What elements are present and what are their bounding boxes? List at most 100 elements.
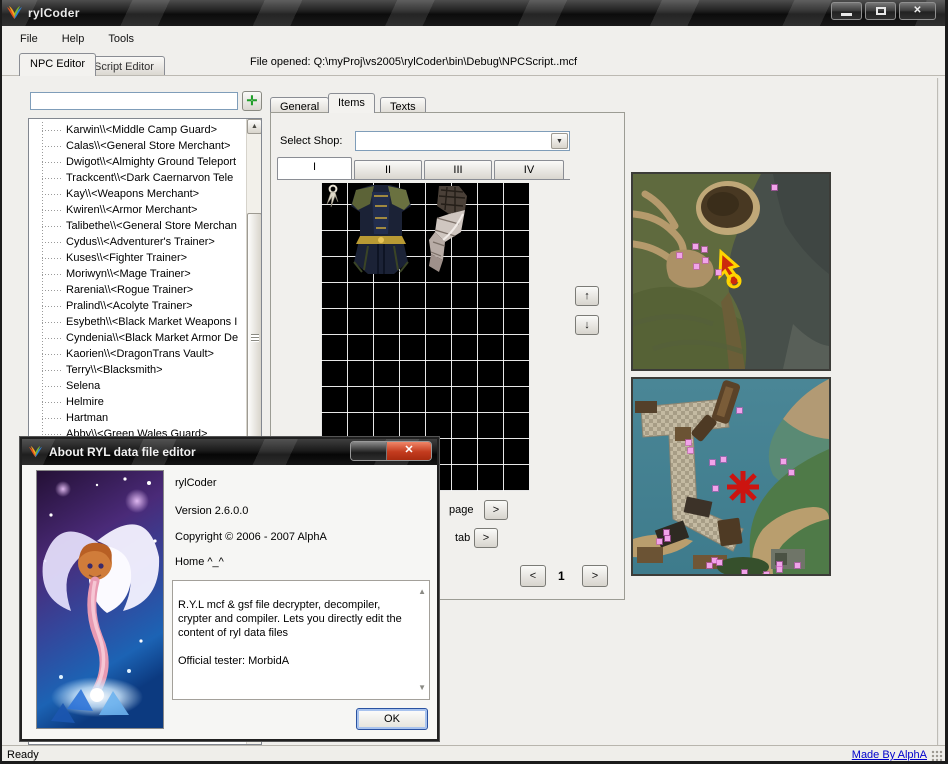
about-app-name: rylCoder: [175, 477, 217, 489]
close-button[interactable]: ✕: [899, 2, 936, 20]
resize-grip[interactable]: [931, 750, 943, 762]
search-target-button[interactable]: ✛: [242, 91, 262, 111]
npc-position-dot: [716, 270, 721, 275]
npc-position-dot: [707, 563, 712, 568]
copy-to-tab-button[interactable]: >: [474, 528, 498, 548]
npc-tree-item[interactable]: Cydus\\<Adventurer's Trainer>: [29, 234, 247, 250]
up-arrow-icon: ↑: [584, 290, 590, 302]
npc-position-dot: [686, 440, 691, 445]
credit-link[interactable]: Made By AlphA: [852, 749, 927, 761]
npc-tree-item[interactable]: Helmire: [29, 394, 247, 410]
npc-tree-item[interactable]: Pralind\\<Acolyte Trainer>: [29, 298, 247, 314]
close-icon: ✕: [913, 5, 921, 16]
green-target-icon: ✛: [247, 93, 258, 108]
right-chevron-icon: >: [493, 504, 499, 516]
shop-dropdown-button[interactable]: ▼: [551, 133, 568, 149]
dropdown-icon: ▼: [556, 138, 563, 145]
npc-tree-item[interactable]: Kwiren\\<Armor Merchant>: [29, 202, 247, 218]
down-arrow-icon: ↓: [584, 319, 590, 331]
ok-button[interactable]: OK: [356, 708, 428, 730]
npc-position-dot: [742, 570, 747, 575]
scroll-up-icon[interactable]: ▲: [418, 585, 426, 599]
npc-position-dot: [777, 567, 782, 572]
dialog-close-icon: ✕: [404, 444, 413, 456]
harbor-map-image: [633, 379, 829, 574]
npc-position-dot: [665, 536, 670, 541]
thumb-grip-icon: [251, 334, 259, 342]
npc-tree-item[interactable]: Kaorien\\<DragonTrans Vault>: [29, 346, 247, 362]
menu-file[interactable]: File: [20, 33, 38, 45]
npc-position-dot: [703, 258, 708, 263]
shop-page-tab-2[interactable]: II: [354, 160, 422, 180]
npc-position-dot: [795, 563, 800, 568]
window-title: rylCoder: [28, 6, 80, 20]
about-home-link[interactable]: Home ^_^: [175, 556, 224, 568]
npc-position-dot: [677, 253, 682, 258]
claw-item-icon[interactable]: [322, 184, 347, 209]
npc-position-dot: [710, 460, 715, 465]
world-map-terrain[interactable]: [631, 172, 831, 371]
npc-position-dot: [717, 560, 722, 565]
move-item-down-button[interactable]: ↓: [575, 315, 599, 335]
npc-position-dot: [693, 244, 698, 249]
scroll-down-icon[interactable]: ▼: [418, 681, 426, 695]
minimize-button[interactable]: [831, 2, 862, 20]
npc-position-dot: [694, 264, 699, 269]
about-description-text: R.Y.L mcf & gsf file decrypter, decompil…: [178, 599, 402, 667]
about-artwork: [36, 470, 164, 729]
npc-tree-item[interactable]: Hartman: [29, 410, 247, 426]
shop-page-tab-3[interactable]: III: [424, 160, 492, 180]
npc-tree-item[interactable]: Terry\\<Blacksmith>: [29, 362, 247, 378]
npc-tree-item[interactable]: Kay\\<Weapons Merchant>: [29, 186, 247, 202]
npc-tree-item[interactable]: Cyndenia\\<Black Market Armor De: [29, 330, 247, 346]
npc-position-dot: [702, 247, 707, 252]
npc-position-dot: [737, 408, 742, 413]
tree-scroll-up-button[interactable]: ▲: [247, 119, 262, 134]
dialog-logo-icon: [28, 446, 43, 459]
npc-tree-item[interactable]: Selena: [29, 378, 247, 394]
left-chevron-icon: <: [530, 570, 536, 582]
shop-combobox[interactable]: ▼: [355, 131, 570, 151]
menu-tools[interactable]: Tools: [108, 33, 134, 45]
npc-tree-item[interactable]: Talibethe\\<General Store Merchan: [29, 218, 247, 234]
npc-tree-item[interactable]: Trackcent\\<Dark Caernarvon Tele: [29, 170, 247, 186]
menu-help[interactable]: Help: [62, 33, 85, 45]
npc-tree-item[interactable]: Dwigot\\<Almighty Ground Teleport: [29, 154, 247, 170]
triangle-up-icon: ▲: [251, 123, 258, 130]
copy-to-page-button[interactable]: >: [484, 500, 508, 520]
dialog-close-button[interactable]: ✕: [387, 442, 431, 460]
copy-to-page-label: page: [449, 504, 473, 516]
npc-tree-item[interactable]: Karwin\\<Middle Camp Guard>: [29, 122, 247, 138]
selected-npc-asterisk-marker: [727, 471, 759, 503]
move-item-up-button[interactable]: ↑: [575, 286, 599, 306]
npc-search-input[interactable]: [30, 92, 238, 110]
shop-page-tab-4[interactable]: IV: [494, 160, 564, 180]
dialog-minimize-button[interactable]: [351, 442, 387, 460]
npc-tree-item[interactable]: Esybeth\\<Black Market Weapons I: [29, 314, 247, 330]
tab-items[interactable]: Items: [328, 93, 375, 113]
pane-divider: [2, 75, 945, 76]
world-map-harbor[interactable]: [631, 377, 831, 576]
npc-tree-item[interactable]: Moriwyn\\<Mage Trainer>: [29, 266, 247, 282]
shop-page-tab-1[interactable]: I: [277, 157, 352, 180]
maximize-button[interactable]: [865, 2, 896, 20]
title-bar: rylCoder ✕: [0, 0, 948, 26]
gauntlet-item-icon[interactable]: [425, 184, 470, 275]
npc-tree-items: Karwin\\<Middle Camp Guard> Calas\\<Gene…: [29, 122, 247, 442]
dialog-title: About RYL data file editor: [49, 445, 196, 459]
prev-page-button[interactable]: <: [520, 565, 546, 587]
npc-tree-item[interactable]: Calas\\<General Store Merchant>: [29, 138, 247, 154]
maximize-icon: [876, 7, 886, 15]
panel-divider: [937, 78, 939, 745]
armor-item-icon[interactable]: [348, 184, 414, 279]
npc-tree-item[interactable]: Kuses\\<Fighter Trainer>: [29, 250, 247, 266]
next-page-button[interactable]: >: [582, 565, 608, 587]
npc-position-dot: [781, 459, 786, 464]
menu-bar: File Help Tools: [2, 26, 945, 51]
tab-npc-editor[interactable]: NPC Editor: [19, 53, 96, 76]
npc-tree-item[interactable]: Rarenia\\<Rogue Trainer>: [29, 282, 247, 298]
terrain-map-image: [633, 174, 829, 369]
about-copyright: Copyright © 2006 - 2007 AlphA: [175, 531, 327, 543]
file-opened-label: File opened: Q:\myProj\vs2005\rylCoder\b…: [250, 56, 577, 68]
about-description[interactable]: R.Y.L mcf & gsf file decrypter, decompil…: [172, 580, 430, 700]
